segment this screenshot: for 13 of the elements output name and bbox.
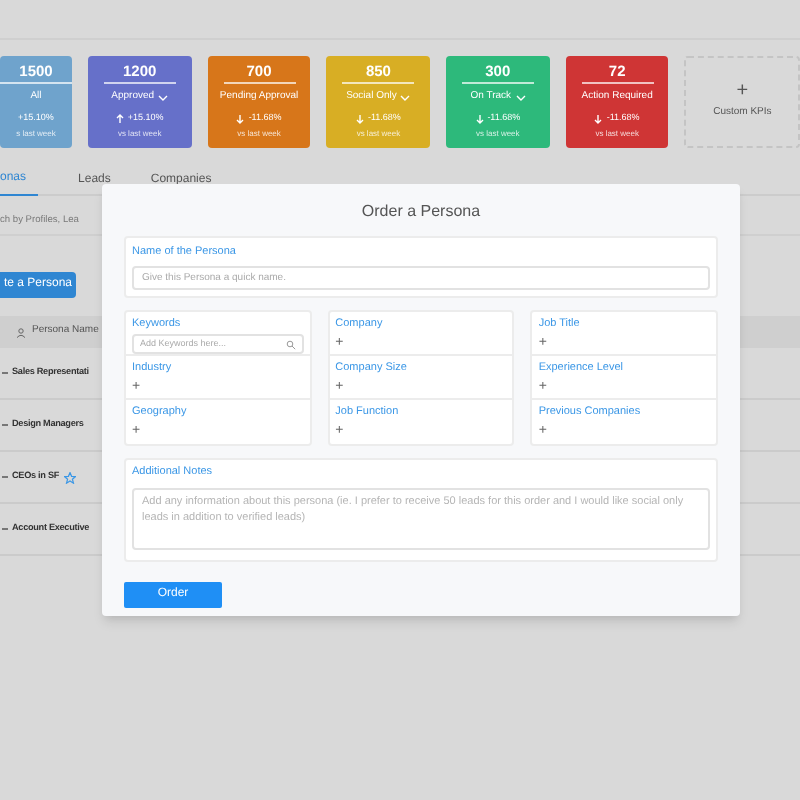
arrow-down-icon — [475, 113, 484, 124]
arrow-down-icon — [356, 113, 364, 124]
search-icon — [285, 339, 296, 350]
chevron-down-icon[interactable] — [158, 94, 169, 102]
star-icon[interactable] — [63, 471, 76, 483]
arrow-up-icon — [115, 113, 124, 124]
plus-icon: + — [736, 82, 749, 103]
chevron-down-icon[interactable] — [400, 94, 411, 102]
arrow-down-icon — [236, 113, 245, 124]
person-icon — [16, 327, 26, 337]
modal-title: Order a Persona — [359, 200, 483, 224]
chevron-down-icon[interactable] — [515, 94, 526, 102]
arrow-down-icon — [594, 113, 603, 124]
